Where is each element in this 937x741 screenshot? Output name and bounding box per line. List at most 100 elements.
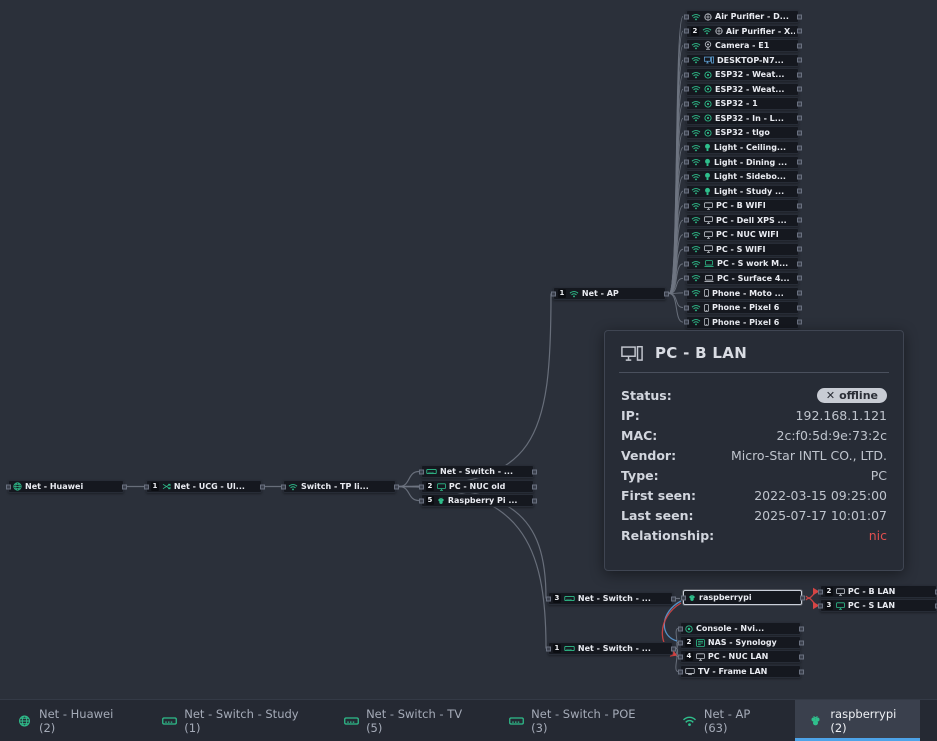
node-label: Light - Sidebo... xyxy=(714,172,795,181)
detail-row-status: Status:✕offline xyxy=(621,385,887,405)
detail-row-type: Type:PC xyxy=(621,465,887,485)
node-label: PC - Surface 4... xyxy=(717,274,795,283)
wifi-icon xyxy=(691,187,701,195)
node-label: TV - Frame LAN xyxy=(698,667,797,676)
count-badge: 5 xyxy=(426,496,434,505)
pc-icon xyxy=(704,245,713,253)
node-net-huawei[interactable]: Net - Huawei xyxy=(8,480,124,493)
right-port-connector xyxy=(122,484,127,489)
node-pc-nuc-lan[interactable]: 4PC - NUC LAN xyxy=(680,650,801,663)
right-port-connector xyxy=(797,87,802,92)
node-pc-s-work-m[interactable]: PC - S work M... xyxy=(686,257,799,270)
node-pc-s-wifi[interactable]: PC - S WIFI xyxy=(686,243,799,256)
right-port-connector xyxy=(797,305,802,310)
network-topology-canvas[interactable]: PC - B LAN Status:✕offlineIP:192.168.1.1… xyxy=(0,0,937,741)
legend-tab-net-switch-tv-5[interactable]: Net - Switch - TV (5) xyxy=(331,700,483,741)
fan-icon xyxy=(704,13,712,21)
popup-title: PC - B LAN xyxy=(655,344,747,362)
left-port-connector xyxy=(684,43,689,48)
node-raspberry-pi[interactable]: 5Raspberry Pi ... xyxy=(421,494,534,507)
legend-tab-net-switch-poe-3[interactable]: Net - Switch - POE (3) xyxy=(496,700,656,741)
node-esp32-in-l[interactable]: ESP32 - In - L... xyxy=(686,112,799,125)
left-port-connector xyxy=(281,484,286,489)
wifi-icon xyxy=(691,42,701,50)
node-esp32-weat[interactable]: ESP32 - Weat... xyxy=(686,83,799,96)
legend-tab-net-ap-63[interactable]: Net - AP (63) xyxy=(669,700,782,741)
node-label: PC - Dell XPS ... xyxy=(716,216,795,225)
node-switch-tp-li[interactable]: Switch - TP li... xyxy=(283,480,396,493)
node-air-purifier-d[interactable]: Air Purifier - D... xyxy=(686,10,799,23)
detail-label: Last seen: xyxy=(621,508,693,523)
legend-tab-raspberrypi-2[interactable]: raspberrypi (2) xyxy=(795,700,920,741)
detail-label: Status: xyxy=(621,388,672,403)
left-port-connector xyxy=(678,626,683,631)
right-port-connector xyxy=(797,320,802,325)
node-console-nvi[interactable]: Console - Nvi... xyxy=(680,622,801,635)
node-label: PC - B WIFI xyxy=(716,201,795,210)
node-esp32-tlgo[interactable]: ESP32 - tlgo xyxy=(686,126,799,139)
right-port-connector xyxy=(532,498,537,503)
chip-icon xyxy=(704,85,712,93)
pc-icon xyxy=(704,231,713,239)
node-pc-surface-4[interactable]: PC - Surface 4... xyxy=(686,272,799,285)
node-pc-nuc-old[interactable]: 2PC - NUC old xyxy=(421,480,534,493)
node-light-ceiling[interactable]: Light - Ceiling... xyxy=(686,141,799,154)
right-port-connector xyxy=(532,484,537,489)
left-port-connector xyxy=(684,174,689,179)
legend-tab-net-switch-study-1[interactable]: Net - Switch - Study (1) xyxy=(149,700,318,741)
wifi-icon xyxy=(691,304,701,312)
node-light-dining[interactable]: Light - Dining ... xyxy=(686,156,799,169)
node-esp32-weat[interactable]: ESP32 - Weat... xyxy=(686,68,799,81)
legend-tab-label: Net - Switch - POE (3) xyxy=(531,707,643,735)
legend-tab-label: raspberrypi (2) xyxy=(830,707,907,735)
node-pc-nuc-wifi[interactable]: PC - NUC WIFI xyxy=(686,228,799,241)
detail-label: First seen: xyxy=(621,488,696,503)
node-label: ESP32 - Weat... xyxy=(715,70,795,79)
right-port-connector xyxy=(799,654,804,659)
legend-tab-label: Net - Switch - TV (5) xyxy=(366,707,470,735)
x-icon: ✕ xyxy=(826,389,835,402)
node-camera-e1[interactable]: Camera - E1 xyxy=(686,39,799,52)
bulb-icon xyxy=(704,158,711,167)
node-label: ESP32 - Weat... xyxy=(715,85,795,94)
right-port-connector xyxy=(797,218,802,223)
node-phone-moto[interactable]: Phone - Moto ... xyxy=(686,287,799,300)
node-phone-pixel-6[interactable]: Phone - Pixel 6 xyxy=(686,301,799,314)
node-phone-pixel-6[interactable]: Phone - Pixel 6 xyxy=(686,316,799,329)
node-raspberrypi[interactable]: raspberrypi xyxy=(683,590,802,605)
node-net-ucg-ul[interactable]: 1Net - UCG - Ul... xyxy=(146,480,262,493)
left-port-connector xyxy=(684,291,689,296)
detail-row-ip: IP:192.168.1.121 xyxy=(621,405,887,425)
node-net-switch[interactable]: 1Net - Switch - ... xyxy=(548,642,673,655)
node-pc-b-wifi[interactable]: PC - B WIFI xyxy=(686,199,799,212)
node-esp32-1[interactable]: ESP32 - 1 xyxy=(686,97,799,110)
left-port-connector xyxy=(684,58,689,63)
legend-tab-label: Net - Huawei (2) xyxy=(39,707,123,735)
node-tv-frame-lan[interactable]: TV - Frame LAN xyxy=(680,665,801,678)
node-light-sidebo[interactable]: Light - Sidebo... xyxy=(686,170,799,183)
wifi-icon xyxy=(288,483,298,491)
node-air-purifier-x[interactable]: 2Air Purifier - X... xyxy=(686,25,799,38)
node-label: Light - Ceiling... xyxy=(714,143,795,152)
node-desktop-n7[interactable]: DESKTOP-N7... xyxy=(686,54,799,67)
count-badge: 2 xyxy=(426,482,434,491)
node-pc-b-lan[interactable]: 2PC - B LAN xyxy=(820,585,937,598)
right-port-connector xyxy=(797,14,802,19)
node-label: Light - Study ... xyxy=(714,187,795,196)
node-label: PC - S WIFI xyxy=(716,245,795,254)
right-port-connector xyxy=(797,116,802,121)
node-label: PC - B LAN xyxy=(848,587,933,596)
node-pc-s-lan[interactable]: 3PC - S LAN xyxy=(820,599,937,612)
right-port-connector xyxy=(797,291,802,296)
left-port-connector xyxy=(419,484,424,489)
wifi-icon xyxy=(691,158,701,166)
right-port-connector xyxy=(260,484,265,489)
node-pc-dell-xps[interactable]: PC - Dell XPS ... xyxy=(686,214,799,227)
node-net-switch[interactable]: Net - Switch - ... xyxy=(421,465,534,478)
left-port-connector xyxy=(684,130,689,135)
node-net-switch[interactable]: 3Net - Switch - ... xyxy=(548,592,673,605)
legend-tab-net-huawei-2[interactable]: Net - Huawei (2) xyxy=(4,700,136,741)
node-net-ap[interactable]: 1Net - AP xyxy=(553,287,666,300)
node-nas-synology[interactable]: 2NAS - Synology xyxy=(680,636,801,649)
node-light-study[interactable]: Light - Study ... xyxy=(686,185,799,198)
